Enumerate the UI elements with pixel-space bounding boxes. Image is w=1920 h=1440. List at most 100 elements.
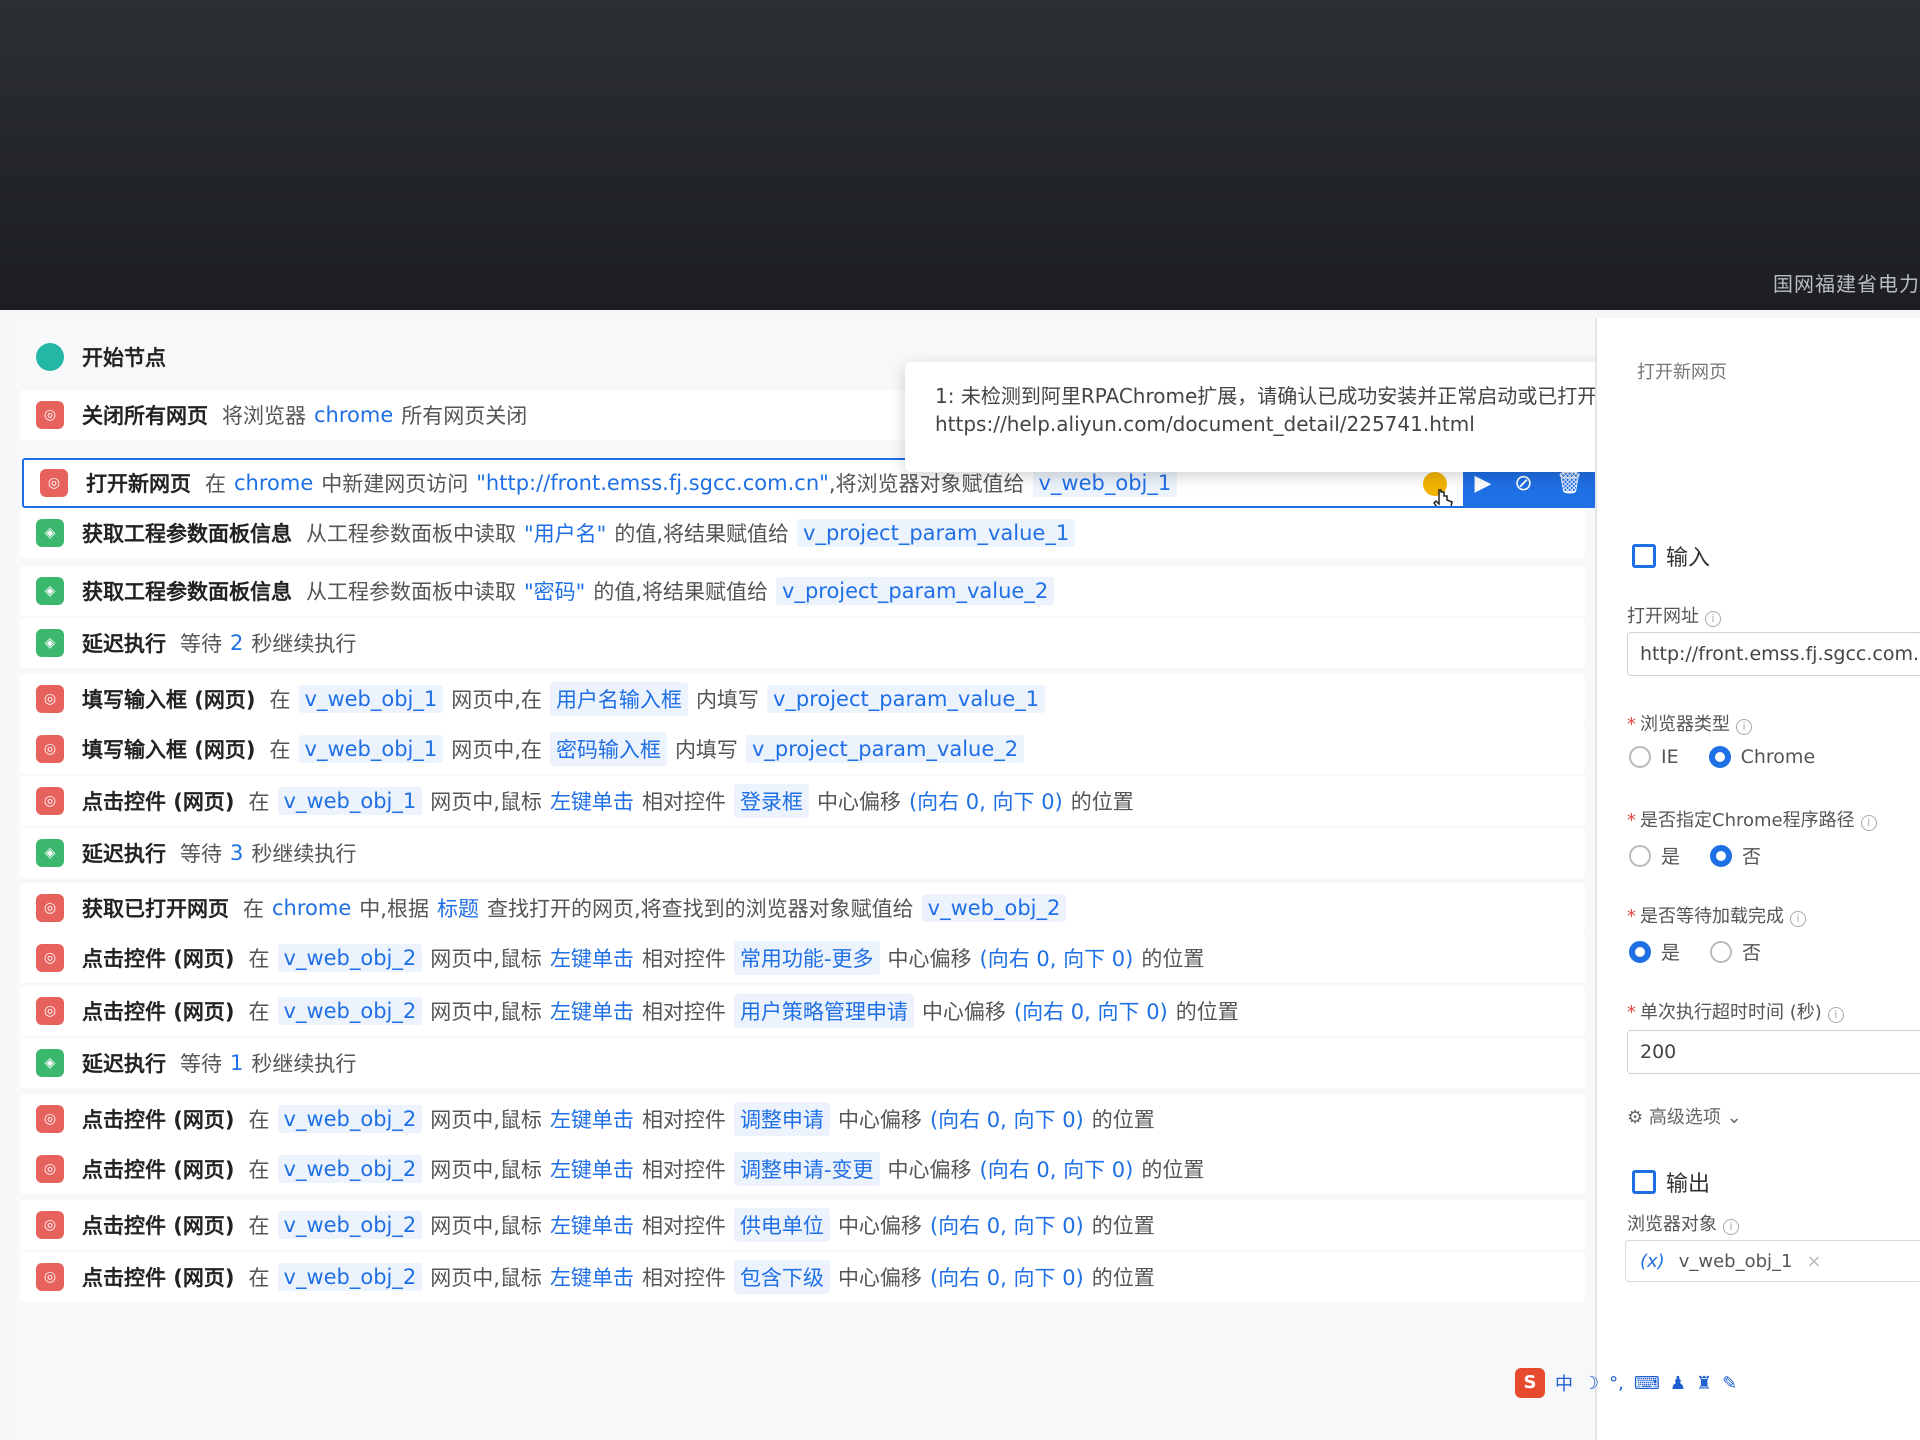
keyboard-icon[interactable]: ⌨ xyxy=(1634,1373,1660,1394)
delete-step-icon[interactable]: 🗑 xyxy=(1556,471,1584,496)
panel-header: 打开新网页 xyxy=(1637,362,1727,383)
punctuation-icon[interactable]: °, xyxy=(1609,1373,1624,1394)
step-variable[interactable]: v_web_obj_2 xyxy=(277,1211,423,1239)
flow-step[interactable]: ◎ 点击控件 (网页) 在 v_web_obj_2 网页中,鼠标 左键单击 相对控件 调整申请… xyxy=(20,1094,1585,1144)
input-icon xyxy=(1632,544,1656,568)
step-variable[interactable]: 供电单位 xyxy=(733,1208,830,1242)
step-variable[interactable]: 用户策略管理申请 xyxy=(733,994,914,1028)
step-param[interactable]: 左键单击 xyxy=(550,786,634,816)
flow-step[interactable]: ◈ 获取工程参数面板信息 从工程参数面板中读取 "密码" 的值,将结果赋值给 v_proj… xyxy=(20,566,1585,616)
step-param[interactable]: 3 xyxy=(230,841,243,865)
step-variable[interactable]: v_web_obj_2 xyxy=(921,894,1067,922)
flow-step[interactable]: ◈ 延迟执行 等待 2 秒继续执行 xyxy=(20,618,1585,668)
flow-step[interactable]: ◎ 点击控件 (网页) 在 v_web_obj_2 网页中,鼠标 左键单击 相对控件 调整申请… xyxy=(20,1144,1585,1194)
flow-step[interactable]: ◈ 延迟执行 等待 3 秒继续执行 xyxy=(20,828,1585,878)
user-icon[interactable]: ♟ xyxy=(1670,1373,1686,1394)
step-variable[interactable]: 调整申请-变更 xyxy=(733,1152,880,1186)
timeout-input[interactable]: 200 xyxy=(1627,1030,1920,1074)
run-step-icon[interactable]: ▶ xyxy=(1474,471,1491,496)
step-variable[interactable]: v_web_obj_1 xyxy=(277,787,423,815)
step-variable[interactable]: v_web_obj_1 xyxy=(298,685,444,713)
radio-path-yes[interactable]: 是 xyxy=(1629,842,1680,869)
ime-language[interactable]: 中 xyxy=(1555,1370,1573,1396)
step-param[interactable]: 左键单击 xyxy=(550,1154,634,1184)
step-variable[interactable]: v_web_obj_2 xyxy=(277,1155,423,1183)
shirt-icon[interactable]: ♜ xyxy=(1696,1373,1712,1394)
step-param[interactable]: 1 xyxy=(230,1051,243,1075)
radio-label: 是 xyxy=(1661,942,1681,964)
step-variable[interactable]: v_project_param_value_2 xyxy=(745,735,1025,763)
step-param[interactable]: "用户名" xyxy=(524,518,606,548)
step-variable[interactable]: v_web_obj_2 xyxy=(277,944,423,972)
step-param[interactable]: 左键单击 xyxy=(550,1210,634,1240)
step-param[interactable]: 左键单击 xyxy=(550,1104,634,1134)
step-variable[interactable]: 用户名输入框 xyxy=(549,682,688,716)
ime-logo-icon[interactable]: S xyxy=(1515,1368,1545,1398)
step-param[interactable]: (向右 0, 向下 0) xyxy=(930,1104,1084,1134)
radio-ie[interactable]: IE xyxy=(1629,746,1679,768)
step-param[interactable]: (向右 0, 向下 0) xyxy=(1014,996,1168,1026)
radio-path-no[interactable]: 否 xyxy=(1710,842,1761,869)
wrench-icon[interactable]: ✎ xyxy=(1722,1373,1737,1394)
flow-step[interactable]: ◎ 填写输入框 (网页) 在 v_web_obj_1 网页中,在 用户名输入框 内填写 v_p… xyxy=(20,674,1585,724)
step-param[interactable]: (向右 0, 向下 0) xyxy=(980,1154,1134,1184)
flow-step[interactable]: ◎ 获取已打开网页在 chrome 中,根据 标题 查找打开的网页,将查找到的浏览器对象赋… xyxy=(20,883,1585,933)
info-icon[interactable]: i xyxy=(1736,719,1752,735)
step-param[interactable]: "密码" xyxy=(524,576,585,606)
step-variable[interactable]: v_web_obj_2 xyxy=(277,1105,423,1133)
step-param[interactable]: (向右 0, 向下 0) xyxy=(909,786,1063,816)
step-variable[interactable]: 包含下级 xyxy=(733,1260,830,1294)
step-param[interactable]: (向右 0, 向下 0) xyxy=(930,1262,1084,1292)
step-variable[interactable]: 常用功能-更多 xyxy=(733,941,880,975)
radio-wait-no[interactable]: 否 xyxy=(1710,938,1761,965)
input-section-title: 输入 xyxy=(1632,540,1710,572)
step-param[interactable]: 左键单击 xyxy=(550,1262,634,1292)
step-param[interactable]: chrome xyxy=(272,896,351,920)
step-param[interactable]: chrome xyxy=(314,403,393,427)
radio-wait-yes[interactable]: 是 xyxy=(1629,938,1680,965)
output-variable-field[interactable]: (x) v_web_obj_1 × xyxy=(1625,1240,1920,1282)
disable-step-icon[interactable]: ⊘ xyxy=(1514,471,1532,496)
step-variable[interactable]: 调整申请 xyxy=(733,1102,830,1136)
flow-step[interactable]: ◎ 点击控件 (网页) 在 v_web_obj_2 网页中,鼠标 左键单击 相对控件 常用功能… xyxy=(20,933,1585,983)
step-variable[interactable]: v_web_obj_1 xyxy=(1032,469,1178,497)
moon-icon[interactable]: ☽ xyxy=(1583,1373,1599,1394)
step-param[interactable]: (向右 0, 向下 0) xyxy=(930,1210,1084,1240)
step-variable[interactable]: v_project_param_value_1 xyxy=(766,685,1046,713)
flow-step[interactable]: ◎ 点击控件 (网页) 在 v_web_obj_2 网页中,鼠标 左键单击 相对控件 包含下级… xyxy=(20,1252,1585,1302)
flow-step[interactable]: ◎ 填写输入框 (网页) 在 v_web_obj_1 网页中,在 密码输入框 内填写 v_pr… xyxy=(20,724,1585,774)
step-text: 的位置 xyxy=(1141,1158,1205,1182)
step-param[interactable]: chrome xyxy=(234,471,313,495)
step-param[interactable]: (向右 0, 向下 0) xyxy=(980,943,1134,973)
step-param[interactable]: "http://front.emss.fj.sgcc.com.cn" xyxy=(476,471,829,495)
radio-chrome[interactable]: Chrome xyxy=(1708,746,1815,768)
step-variable[interactable]: v_web_obj_2 xyxy=(277,1263,423,1291)
step-text: 在 xyxy=(248,947,270,971)
info-icon[interactable]: i xyxy=(1723,1219,1739,1235)
step-variable[interactable]: v_project_param_value_2 xyxy=(776,577,1055,605)
step-param[interactable]: 左键单击 xyxy=(550,943,634,973)
step-variable[interactable]: 密码输入框 xyxy=(549,732,667,766)
step-param[interactable]: 2 xyxy=(230,631,243,655)
step-variable[interactable]: v_web_obj_2 xyxy=(277,997,423,1025)
info-icon[interactable]: i xyxy=(1827,1007,1844,1023)
step-variable[interactable]: 登录框 xyxy=(733,784,809,818)
radio-circle xyxy=(1629,746,1651,768)
info-icon[interactable]: i xyxy=(1790,911,1806,927)
flow-step[interactable]: ◈ 延迟执行 等待 1 秒继续执行 xyxy=(20,1038,1585,1088)
clear-icon[interactable]: × xyxy=(1806,1251,1821,1272)
advanced-options-toggle[interactable]: ⚙ 高级选项 ⌄ xyxy=(1627,1103,1742,1129)
flow-step[interactable]: ◎ 点击控件 (网页) 在 v_web_obj_2 网页中,鼠标 左键单击 相对控件 供电单位… xyxy=(20,1200,1585,1250)
url-input[interactable]: http://front.emss.fj.sgcc.com.cn xyxy=(1627,632,1920,676)
flow-step[interactable]: ◎ 点击控件 (网页) 在 v_web_obj_2 网页中,鼠标 左键单击 相对控件 用户策略… xyxy=(20,986,1585,1036)
start-node-label: 开始节点 xyxy=(82,346,166,370)
flow-step[interactable]: ◈ 获取工程参数面板信息 从工程参数面板中读取 "用户名" 的值,将结果赋值给 v_pro… xyxy=(20,508,1585,558)
info-icon[interactable]: i xyxy=(1705,611,1721,627)
step-param[interactable]: 左键单击 xyxy=(550,996,634,1026)
flow-step[interactable]: ◎ 点击控件 (网页) 在 v_web_obj_1 网页中,鼠标 左键单击 相对控件 登录框中… xyxy=(20,776,1585,826)
step-variable[interactable]: v_web_obj_1 xyxy=(298,735,444,763)
info-icon[interactable]: i xyxy=(1860,815,1877,831)
step-param[interactable]: 标题 xyxy=(437,893,479,923)
step-text: 从工程参数面板中读取 xyxy=(306,522,516,546)
step-variable[interactable]: v_project_param_value_1 xyxy=(797,519,1076,547)
